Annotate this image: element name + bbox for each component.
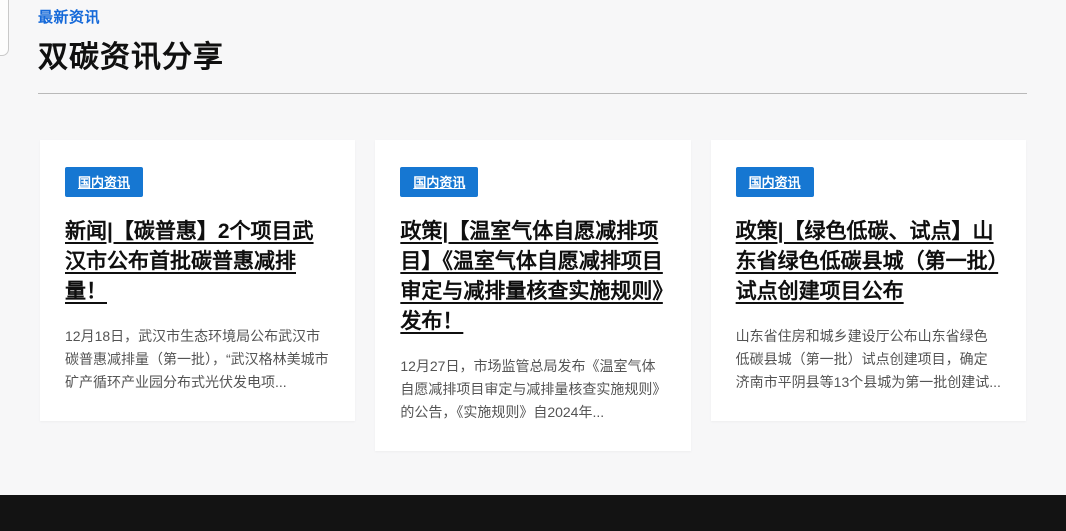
news-excerpt: 12月18日，武汉市生态环境局公布武汉市碳普惠减排量（第一批），“武汉格林美城市… (65, 325, 330, 394)
category-badge[interactable]: 国内资讯 (400, 167, 478, 197)
page: 最新资讯 双碳资讯分享 国内资讯 新闻|【碳普惠】2个项目武汉市公布首批碳普惠减… (0, 0, 1066, 531)
window-edge-artifact (0, 0, 9, 56)
news-title-link[interactable]: 新闻|【碳普惠】2个项目武汉市公布首批碳普惠减排量！ (65, 217, 330, 307)
section-header: 最新资讯 双碳资讯分享 (38, 6, 1028, 76)
section-divider (38, 93, 1027, 94)
news-excerpt: 12月27日，市场监管总局发布《温室气体自愿减排项目审定与减排量核查实施规则》的… (400, 355, 665, 424)
news-excerpt: 山东省住房和城乡建设厅公布山东省绿色低碳县城（第一批）试点创建项目，确定济南市平… (736, 325, 1001, 394)
category-badge[interactable]: 国内资讯 (736, 167, 814, 197)
news-title-link[interactable]: 政策|【温室气体自愿减排项目】《温室气体自愿减排项目审定与减排量核查实施规则》发… (400, 217, 665, 337)
news-card[interactable]: 国内资讯 政策|【绿色低碳、试点】山东省绿色低碳县城（第一批）试点创建项目公布 … (711, 140, 1026, 421)
news-card-list: 国内资讯 新闻|【碳普惠】2个项目武汉市公布首批碳普惠减排量！ 12月18日，武… (40, 140, 1026, 451)
news-title-link[interactable]: 政策|【绿色低碳、试点】山东省绿色低碳县城（第一批）试点创建项目公布 (736, 217, 1001, 307)
section-eyebrow: 最新资讯 (38, 6, 1028, 27)
footer-bar (0, 495, 1066, 531)
news-card[interactable]: 国内资讯 新闻|【碳普惠】2个项目武汉市公布首批碳普惠减排量！ 12月18日，武… (40, 140, 355, 421)
page-title: 双碳资讯分享 (38, 32, 1028, 76)
news-card[interactable]: 国内资讯 政策|【温室气体自愿减排项目】《温室气体自愿减排项目审定与减排量核查实… (375, 140, 690, 451)
category-badge[interactable]: 国内资讯 (65, 167, 143, 197)
